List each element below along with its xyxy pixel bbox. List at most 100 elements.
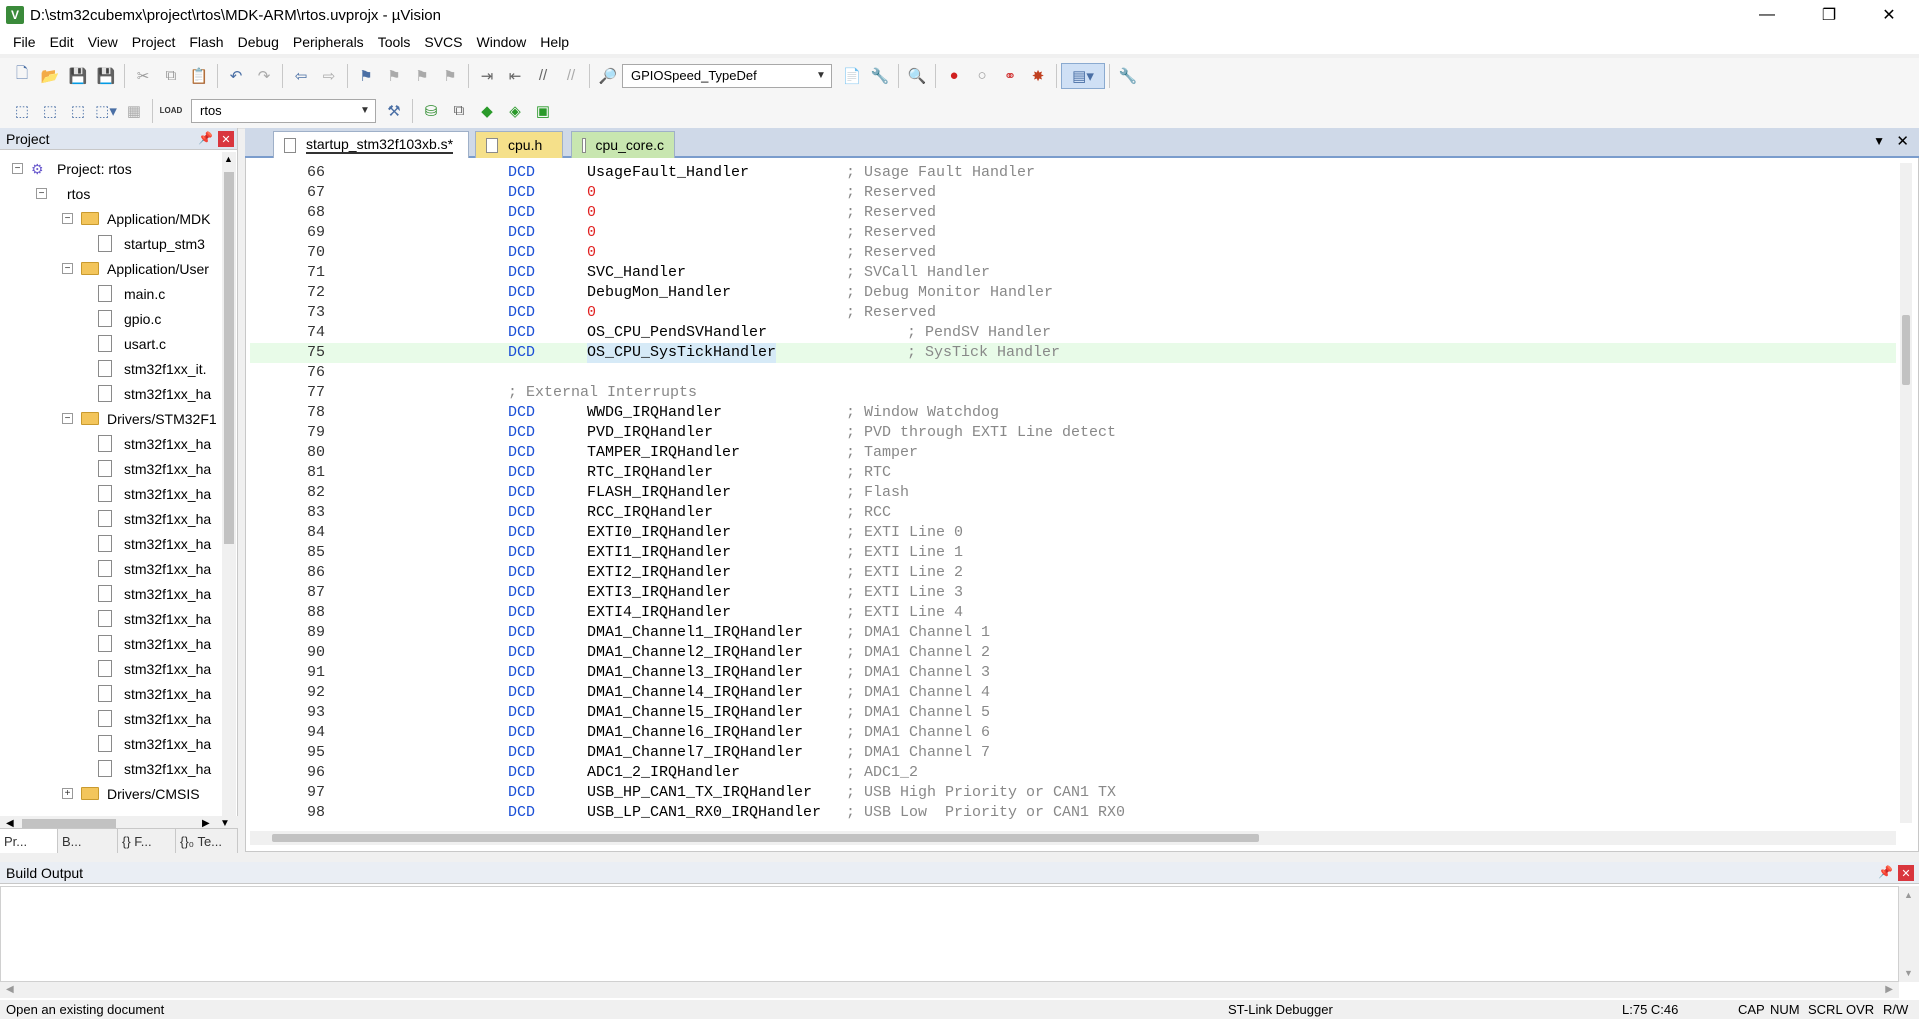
- collapse-icon[interactable]: −: [36, 188, 47, 199]
- tree-item-file[interactable]: stm32f1xx_ha: [98, 706, 211, 731]
- tree-item-file[interactable]: stm32f1xx_ha: [98, 756, 211, 781]
- menu-view[interactable]: View: [81, 34, 125, 50]
- target-combo[interactable]: rtos ▼: [191, 98, 376, 123]
- code-line[interactable]: 70 DCD 0 ; Reserved: [250, 243, 1896, 263]
- maximize-button[interactable]: ❐: [1801, 0, 1857, 30]
- code-line[interactable]: 82 DCD FLASH_IRQHandler ; Flash: [250, 483, 1896, 503]
- file-extensions-icon[interactable]: ⧉: [445, 98, 473, 124]
- code-line[interactable]: 78 DCD WWDG_IRQHandler ; Window Watchdog: [250, 403, 1896, 423]
- code-line[interactable]: 95 DCD DMA1_Channel7_IRQHandler ; DMA1 Chan…: [250, 743, 1896, 763]
- scroll-right-icon[interactable]: ▶: [1885, 984, 1893, 995]
- uncomment-icon[interactable]: //: [557, 63, 585, 89]
- code-line[interactable]: 85 DCD EXTI1_IRQHandler ; EXTI Line 1: [250, 543, 1896, 563]
- bookmark-toggle-icon[interactable]: ⚑: [352, 63, 380, 89]
- code-line[interactable]: 73 DCD 0 ; Reserved: [250, 303, 1896, 323]
- tree-vertical-scrollbar[interactable]: ▲: [222, 152, 236, 816]
- tree-item-file[interactable]: startup_stm3: [98, 231, 205, 256]
- code-line[interactable]: 66 DCD UsageFault_Handler ; Usage Fault Han…: [250, 163, 1896, 183]
- code-line[interactable]: 93 DCD DMA1_Channel5_IRQHandler ; DMA1 Chan…: [250, 703, 1896, 723]
- breakpoint-kill-all-icon[interactable]: ✸: [1024, 63, 1052, 89]
- build-horizontal-scrollbar[interactable]: ◀ ▶: [0, 982, 1899, 998]
- collapse-icon[interactable]: −: [62, 263, 73, 274]
- code-line[interactable]: 90 DCD DMA1_Channel2_IRQHandler ; DMA1 Chan…: [250, 643, 1896, 663]
- chevron-down-icon[interactable]: ▼: [813, 67, 829, 85]
- scroll-up-icon[interactable]: ▲: [1904, 890, 1913, 900]
- code-line[interactable]: 84 DCD EXTI0_IRQHandler ; EXTI Line 0: [250, 523, 1896, 543]
- code-line[interactable]: 88 DCD EXTI4_IRQHandler ; EXTI Line 4: [250, 603, 1896, 623]
- code-line[interactable]: 79 DCD PVD_IRQHandler ; PVD through EXTI Li…: [250, 423, 1896, 443]
- tree-item-file[interactable]: stm32f1xx_ha: [98, 456, 211, 481]
- tree-item-folder[interactable]: − Application/MDK: [62, 206, 211, 231]
- tree-item-file[interactable]: stm32f1xx_ha: [98, 581, 211, 606]
- editor-tab[interactable]: cpu_core.c: [571, 131, 675, 158]
- scroll-thumb[interactable]: [272, 834, 1259, 842]
- code-line[interactable]: 94 DCD DMA1_Channel6_IRQHandler ; DMA1 Chan…: [250, 723, 1896, 743]
- tree-item-file[interactable]: stm32f1xx_it.: [98, 356, 206, 381]
- tree-item-file[interactable]: stm32f1xx_ha: [98, 506, 211, 531]
- code-line[interactable]: 80 DCD TAMPER_IRQHandler ; Tamper: [250, 443, 1896, 463]
- tree-item-file[interactable]: stm32f1xx_ha: [98, 481, 211, 506]
- code-line[interactable]: 83 DCD RCC_IRQHandler ; RCC: [250, 503, 1896, 523]
- tree-item-file[interactable]: stm32f1xx_ha: [98, 431, 211, 456]
- close-panel-button[interactable]: ✕: [218, 131, 234, 147]
- scroll-thumb[interactable]: [224, 172, 234, 544]
- unindent-icon[interactable]: ⇤: [501, 63, 529, 89]
- code-line[interactable]: 72 DCD DebugMon_Handler ; Debug Monitor Han…: [250, 283, 1896, 303]
- collapse-icon[interactable]: −: [12, 163, 23, 174]
- tab-functions[interactable]: {} F...: [118, 829, 176, 853]
- code-line[interactable]: 96 DCD ADC1_2_IRQHandler ; ADC1_2: [250, 763, 1896, 783]
- pin-icon[interactable]: 📌: [1878, 865, 1893, 879]
- find-in-files-icon[interactable]: 🔎: [594, 63, 622, 89]
- scroll-down-icon[interactable]: ▼: [1904, 968, 1913, 978]
- menu-svcs[interactable]: SVCS: [417, 34, 469, 50]
- batch-build-icon[interactable]: ⬚▾: [92, 98, 120, 124]
- collapse-icon[interactable]: −: [62, 413, 73, 424]
- scroll-up-icon[interactable]: ▲: [224, 154, 233, 164]
- menu-tools[interactable]: Tools: [371, 34, 418, 50]
- tab-books[interactable]: B...: [58, 829, 118, 853]
- tree-item-file[interactable]: stm32f1xx_ha: [98, 631, 211, 656]
- code-line[interactable]: 89 DCD DMA1_Channel1_IRQHandler ; DMA1 Chan…: [250, 623, 1896, 643]
- code-line[interactable]: 68 DCD 0 ; Reserved: [250, 203, 1896, 223]
- code-line[interactable]: 91 DCD DMA1_Channel3_IRQHandler ; DMA1 Chan…: [250, 663, 1896, 683]
- code-line[interactable]: 87 DCD EXTI3_IRQHandler ; EXTI Line 3: [250, 583, 1896, 603]
- minimize-button[interactable]: —: [1739, 0, 1795, 30]
- breakpoint-disable-icon[interactable]: ○: [968, 63, 996, 89]
- menu-peripherals[interactable]: Peripherals: [286, 34, 371, 50]
- window-layout-icon[interactable]: ▤▾: [1061, 62, 1105, 89]
- code-line[interactable]: 76: [250, 363, 1896, 383]
- tree-item-file[interactable]: gpio.c: [98, 306, 161, 331]
- collapse-icon[interactable]: −: [62, 213, 73, 224]
- target-options-icon[interactable]: ⚒: [380, 98, 408, 124]
- close-panel-button[interactable]: ✕: [1898, 865, 1914, 881]
- expand-icon[interactable]: +: [62, 788, 73, 799]
- copy-icon[interactable]: ⧉: [157, 63, 185, 89]
- code-line[interactable]: 97 DCD USB_HP_CAN1_TX_IRQHandler ; USB High…: [250, 783, 1896, 803]
- run-time-environment-icon[interactable]: ▣: [529, 98, 557, 124]
- save-all-icon[interactable]: 💾: [92, 63, 120, 89]
- menu-help[interactable]: Help: [533, 34, 576, 50]
- menu-project[interactable]: Project: [125, 34, 183, 50]
- menu-flash[interactable]: Flash: [182, 34, 230, 50]
- code-line[interactable]: 77 ; External Interrupts: [250, 383, 1896, 403]
- tree-item-target[interactable]: − rtos: [36, 181, 90, 206]
- code-editor[interactable]: 66 DCD UsageFault_Handler ; Usage Fault Han…: [250, 163, 1896, 823]
- editor-vertical-scrollbar[interactable]: [1900, 163, 1912, 823]
- tree-item-file[interactable]: usart.c: [98, 331, 166, 356]
- tree-item-file[interactable]: stm32f1xx_ha: [98, 531, 211, 556]
- find-icon[interactable]: 📄: [838, 63, 866, 89]
- editor-tab[interactable]: startup_stm32f103xb.s*: [273, 131, 469, 158]
- tree-item-file[interactable]: stm32f1xx_ha: [98, 681, 211, 706]
- code-line[interactable]: 69 DCD 0 ; Reserved: [250, 223, 1896, 243]
- load-icon[interactable]: LOAD: [157, 98, 185, 124]
- open-file-icon[interactable]: 📂: [36, 63, 64, 89]
- save-icon[interactable]: 💾: [64, 63, 92, 89]
- new-file-icon[interactable]: 🗋: [8, 63, 36, 89]
- editor-tab[interactable]: cpu.h: [475, 131, 563, 158]
- code-line[interactable]: 92 DCD DMA1_Channel4_IRQHandler ; DMA1 Chan…: [250, 683, 1896, 703]
- stop-build-icon[interactable]: ▦: [120, 98, 148, 124]
- scroll-left-icon[interactable]: ◀: [6, 984, 14, 995]
- configure-icon[interactable]: 🔧: [1114, 63, 1142, 89]
- menu-edit[interactable]: Edit: [43, 34, 81, 50]
- debug-start-icon[interactable]: 🔍: [903, 63, 931, 89]
